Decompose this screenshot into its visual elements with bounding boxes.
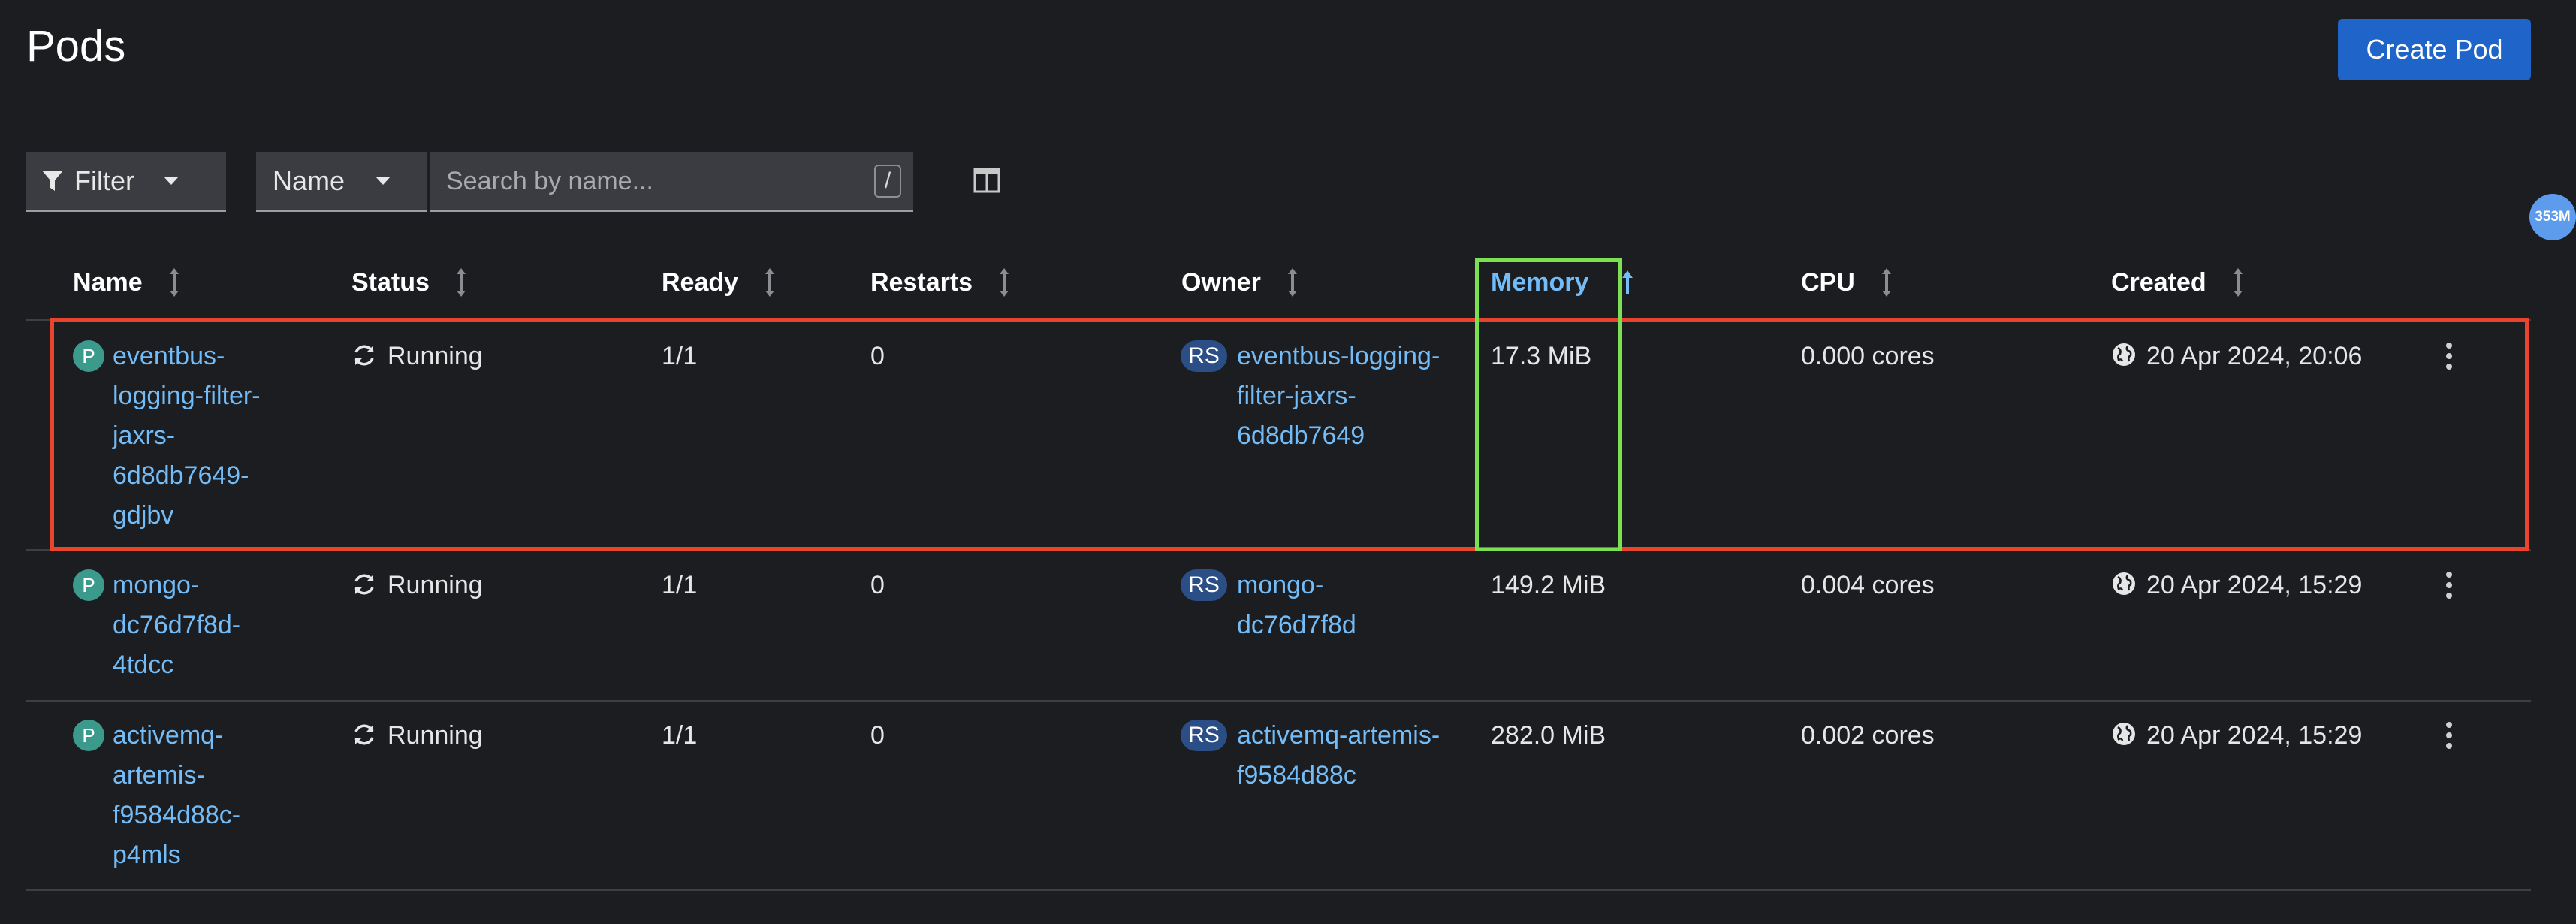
create-pod-button[interactable]: Create Pod <box>2338 19 2531 80</box>
filter-icon <box>42 171 63 191</box>
row-divider <box>26 889 2531 891</box>
sync-icon <box>354 724 374 745</box>
pod-memory: 282.0 MiB <box>1491 721 1606 750</box>
row-divider <box>26 700 2531 702</box>
owner-badge: RS <box>1181 569 1227 601</box>
owner-name-line: mongo- <box>1237 571 1324 599</box>
pod-name-line: f9584d88c- <box>113 801 241 829</box>
column-header-label: Ready <box>662 267 739 297</box>
search-box: / <box>430 151 913 212</box>
column-header-label: Name <box>73 267 143 297</box>
sync-icon <box>354 574 374 595</box>
pod-status: Running <box>388 721 483 750</box>
column-header-created[interactable]: Created <box>2111 267 2244 297</box>
pod-badge: P <box>73 569 104 601</box>
page-title: Pods <box>26 22 126 71</box>
owner-link[interactable]: mongo- dc76d7f8d <box>1237 566 1356 645</box>
pod-name-line: mongo- <box>113 571 200 599</box>
pod-badge: P <box>73 720 104 751</box>
pod-restarts: 0 <box>870 721 885 750</box>
sort-icon <box>1287 268 1297 297</box>
kebab-menu-icon[interactable] <box>2442 720 2457 750</box>
column-header-status[interactable]: Status <box>351 267 467 297</box>
caret-down-icon <box>164 177 179 185</box>
search-input[interactable] <box>430 151 874 211</box>
pod-status: Running <box>388 571 483 599</box>
column-header-label: Owner <box>1181 267 1261 297</box>
column-header-label: CPU <box>1801 267 1855 297</box>
column-header-label: Created <box>2111 267 2206 297</box>
keyboard-shortcut-hint: / <box>874 165 901 198</box>
pod-created: 20 Apr 2024, 15:29 <box>2146 721 2363 750</box>
column-header-name[interactable]: Name <box>73 267 180 297</box>
sort-icon <box>169 268 179 297</box>
owner-name-line: activemq-artemis- <box>1237 721 1440 750</box>
owner-badge: RS <box>1181 720 1227 751</box>
column-header-cpu[interactable]: CPU <box>1801 267 1893 297</box>
sort-icon <box>2233 268 2243 297</box>
pod-name-line: dc76d7f8d- <box>113 611 241 639</box>
pod-ready: 1/1 <box>662 721 698 750</box>
column-header-label: Restarts <box>870 267 973 297</box>
sort-icon <box>456 268 466 297</box>
pod-ready: 1/1 <box>662 571 698 599</box>
highlight-row-box <box>50 318 2529 551</box>
pod-name-link[interactable]: mongo- dc76d7f8d- 4tdcc <box>113 566 240 685</box>
pod-memory: 149.2 MiB <box>1491 571 1606 599</box>
pod-name-link[interactable]: activemq- artemis- f9584d88c- p4mls <box>113 716 240 875</box>
name-select[interactable]: Name <box>256 152 427 212</box>
globe-icon <box>2113 572 2135 595</box>
column-header-label: Status <box>351 267 430 297</box>
sort-icon <box>1881 268 1891 297</box>
owner-link[interactable]: activemq-artemis- f9584d88c <box>1237 716 1440 796</box>
filter-dropdown[interactable]: Filter <box>26 152 226 212</box>
globe-icon <box>2113 723 2135 745</box>
pod-created: 20 Apr 2024, 15:29 <box>2146 571 2363 599</box>
column-header-restarts[interactable]: Restarts <box>870 267 1010 297</box>
sort-ascending-icon <box>1622 270 1633 294</box>
name-select-value: Name <box>273 165 345 196</box>
kebab-menu-icon[interactable] <box>2442 570 2457 600</box>
pod-cpu: 0.004 cores <box>1801 571 1935 599</box>
pod-cpu: 0.002 cores <box>1801 721 1935 750</box>
pod-name-line: p4mls <box>113 841 181 869</box>
pod-name-line: activemq- <box>113 721 224 750</box>
manage-columns-icon[interactable] <box>973 167 1000 194</box>
column-header-owner[interactable]: Owner <box>1181 267 1299 297</box>
caret-down-icon <box>376 177 391 185</box>
pod-name-line: artemis- <box>113 761 205 790</box>
filter-label: Filter <box>74 165 134 196</box>
owner-name-line: f9584d88c <box>1237 761 1356 790</box>
highlight-memory-column-box <box>1475 258 1622 551</box>
pod-restarts: 0 <box>870 571 885 599</box>
floating-usage-badge[interactable]: 353M <box>2529 194 2576 240</box>
column-header-ready[interactable]: Ready <box>662 267 776 297</box>
pod-name-line: 4tdcc <box>113 651 174 679</box>
sort-icon <box>1000 268 1009 297</box>
sort-icon <box>765 268 775 297</box>
pods-page: Pods Create Pod Filter Name / 353M Name … <box>0 0 2576 924</box>
owner-name-line: dc76d7f8d <box>1237 611 1356 639</box>
